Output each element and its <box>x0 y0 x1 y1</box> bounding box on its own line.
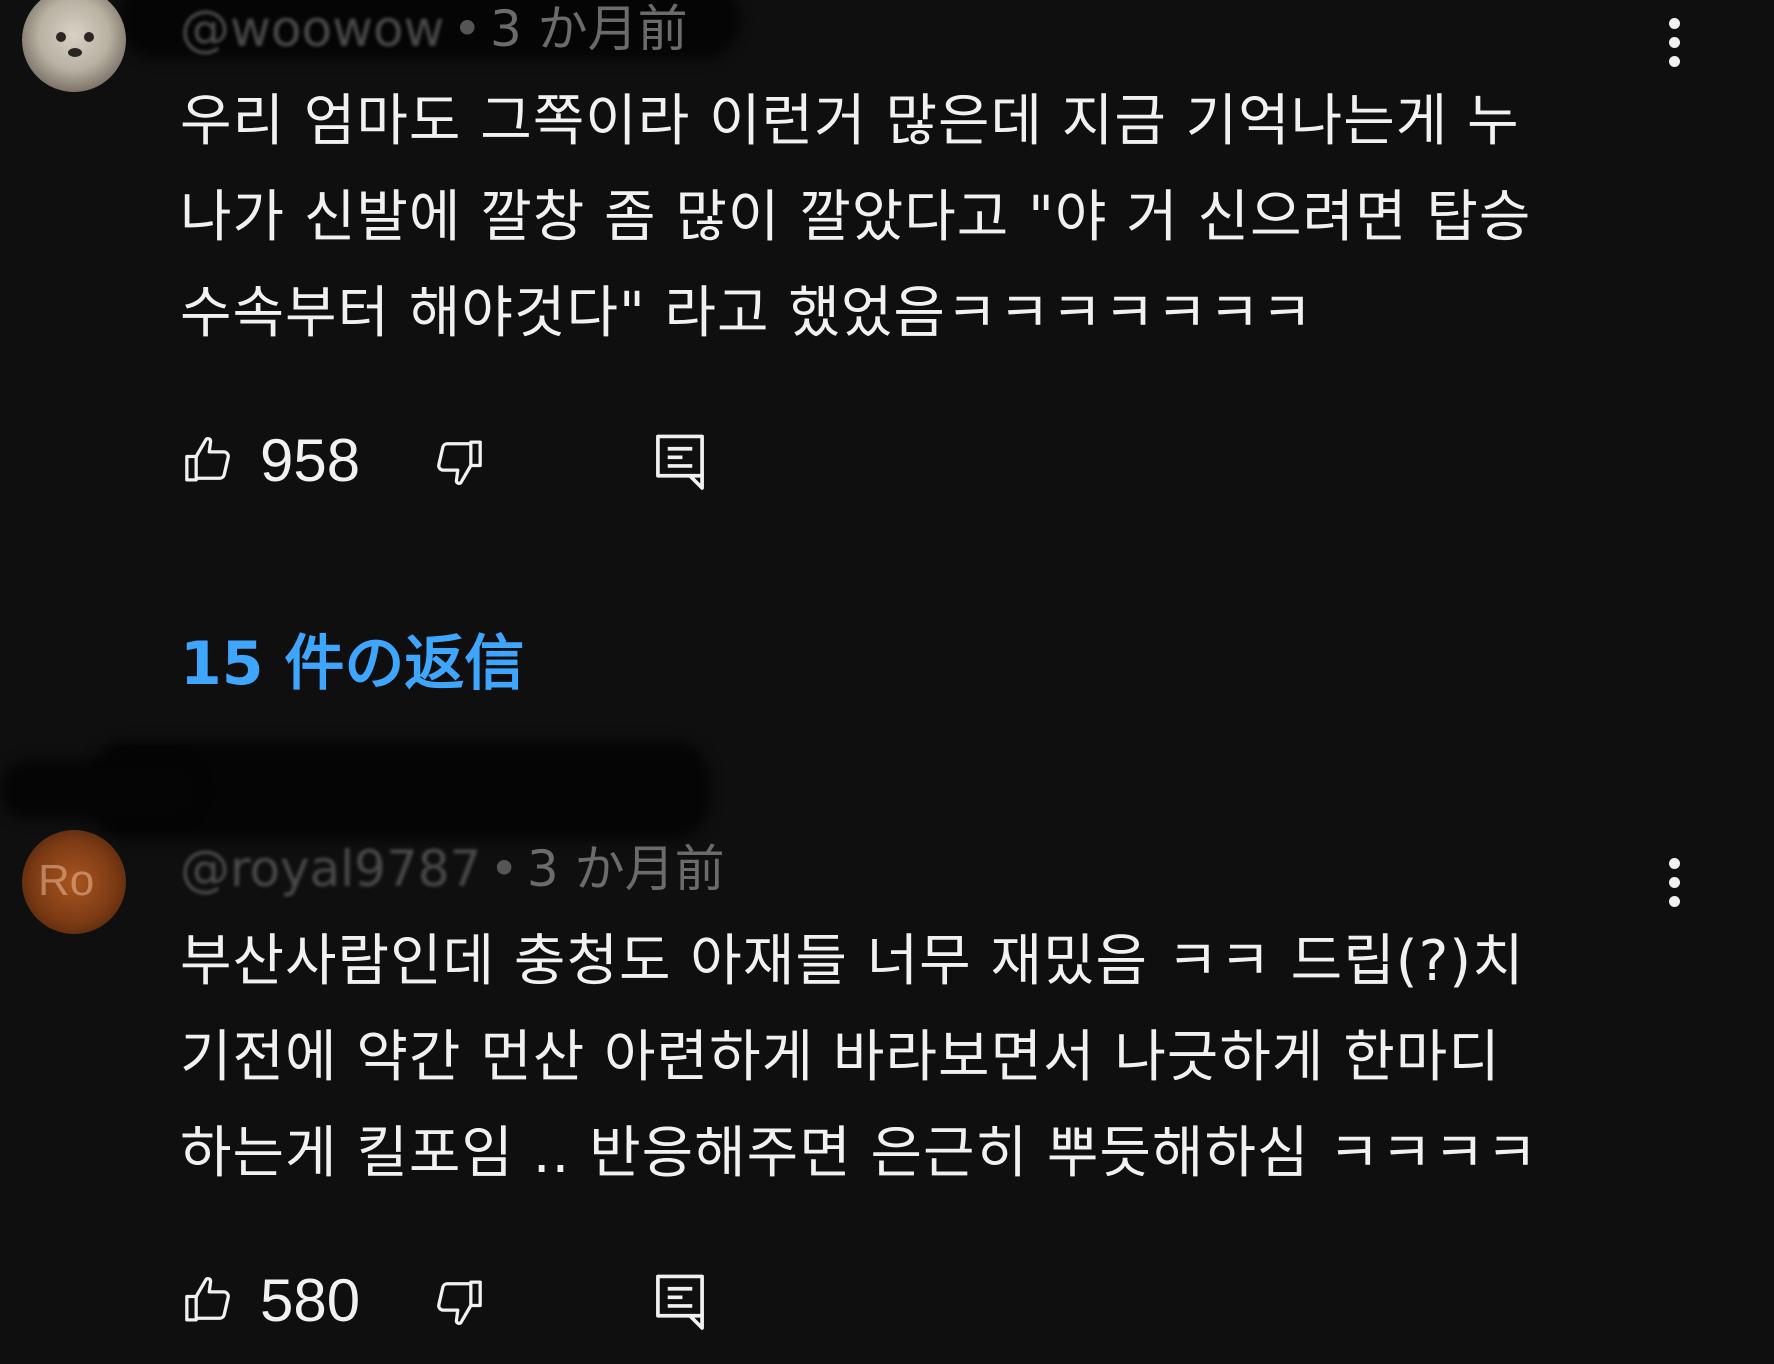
comment-line: 나가 신발에 깔창 좀 많이 깔았다고 "야 거 신으려면 탑승 <box>180 185 1532 250</box>
avatar-initials: Ro <box>38 856 95 905</box>
thumbs-down-icon <box>437 440 482 485</box>
comment-meta: @royal9787 • 3 か月前 <box>180 844 725 894</box>
reply-comment-icon <box>656 434 704 490</box>
avatar-nose <box>68 48 82 57</box>
comment-line: 우리 엄마도 그쪽이라 이런거 많은데 지금 기억나는게 누 <box>180 89 1520 154</box>
thumbs-down-icon <box>437 1280 482 1325</box>
comment-actions: 580 <box>180 1265 704 1335</box>
comment-line: 부산사람인데 충청도 아재들 너무 재밌음 ㅋㅋ 드립(?)치 <box>180 929 1525 994</box>
like-button[interactable]: 958 <box>180 426 360 495</box>
comment-line: 기전에 약간 먼산 아련하게 바라보면서 나긋하게 한마디 <box>180 1025 1501 1090</box>
like-count: 958 <box>260 426 361 494</box>
meta-separator: • <box>452 0 482 58</box>
meta-separator: • <box>489 840 519 898</box>
comment-timestamp[interactable]: 3 か月前 <box>490 0 688 58</box>
comment-actions: 958 <box>180 425 704 495</box>
more-vertical-icon[interactable] <box>1666 858 1682 914</box>
thumbs-up-icon <box>185 437 230 482</box>
avatar[interactable]: Ro <box>22 830 126 934</box>
view-replies-link[interactable]: 15 件の返信 <box>180 615 524 702</box>
comment-timestamp[interactable]: 3 か月前 <box>527 840 725 898</box>
dislike-button[interactable] <box>430 1274 486 1330</box>
comment-line: 수속부터 해야것다" 라고 했었음ㅋㅋㅋㅋㅋㅋㅋ <box>180 281 1314 346</box>
comment-meta: @woowow • 3 か月前 <box>180 4 688 54</box>
comment-text: 우리 엄마도 그쪽이라 이런거 많은데 지금 기억나는게 누 나가 신발에 깔창… <box>180 74 1660 362</box>
avatar[interactable] <box>22 0 126 92</box>
reply-button[interactable] <box>653 431 707 491</box>
thumbs-up-icon <box>185 1277 230 1322</box>
comment-text: 부산사람인데 충청도 아재들 너무 재밌음 ㅋㅋ 드립(?)치 기전에 약간 먼… <box>180 914 1660 1202</box>
like-button[interactable]: 580 <box>180 1266 360 1335</box>
comment-line: 하는게 킬포임 .. 반응해주면 은근히 뿌듯해하심 ㅋㅋㅋㅋ <box>180 1121 1539 1186</box>
dislike-button[interactable] <box>430 434 486 490</box>
comment-author[interactable]: @woowow <box>180 0 444 58</box>
avatar-eye <box>84 32 94 42</box>
more-vertical-icon[interactable] <box>1666 18 1682 74</box>
reply-button[interactable] <box>653 1271 707 1331</box>
avatar-eye <box>56 32 66 42</box>
reply-comment-icon <box>656 1274 704 1330</box>
like-count: 580 <box>260 1266 361 1334</box>
comment-author[interactable]: @royal9787 <box>180 840 481 898</box>
redaction-mark <box>0 760 200 820</box>
